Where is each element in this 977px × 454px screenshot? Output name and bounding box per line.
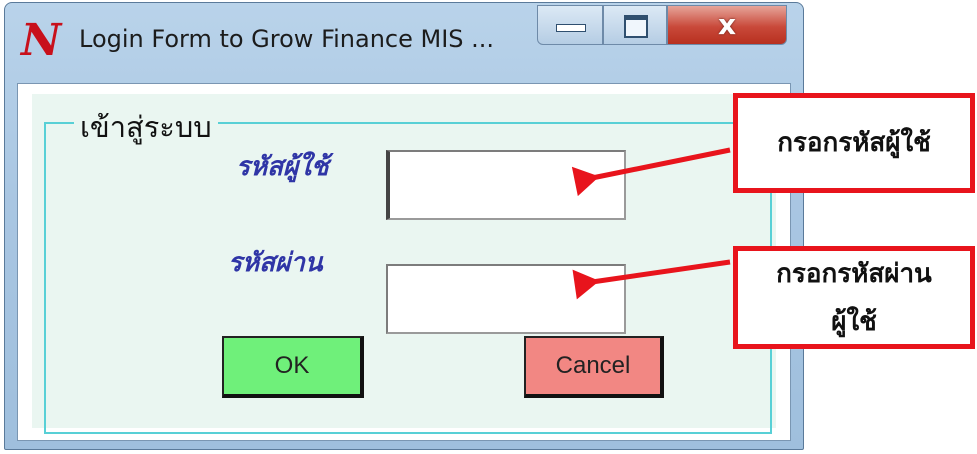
password-callout-line2: ผู้ใช้ (831, 306, 877, 337)
password-callout-line1: กรอกรหัสผ่าน (776, 258, 932, 289)
annotation-arrows (571, 147, 731, 300)
username-callout-text: กรอกรหัสผู้ใช้ (777, 128, 931, 158)
password-arrow (572, 259, 731, 300)
password-callout: กรอกรหัสผ่าน ผู้ใช้ (733, 246, 975, 349)
username-arrow (571, 147, 731, 197)
username-callout: กรอกรหัสผู้ใช้ (733, 93, 975, 193)
